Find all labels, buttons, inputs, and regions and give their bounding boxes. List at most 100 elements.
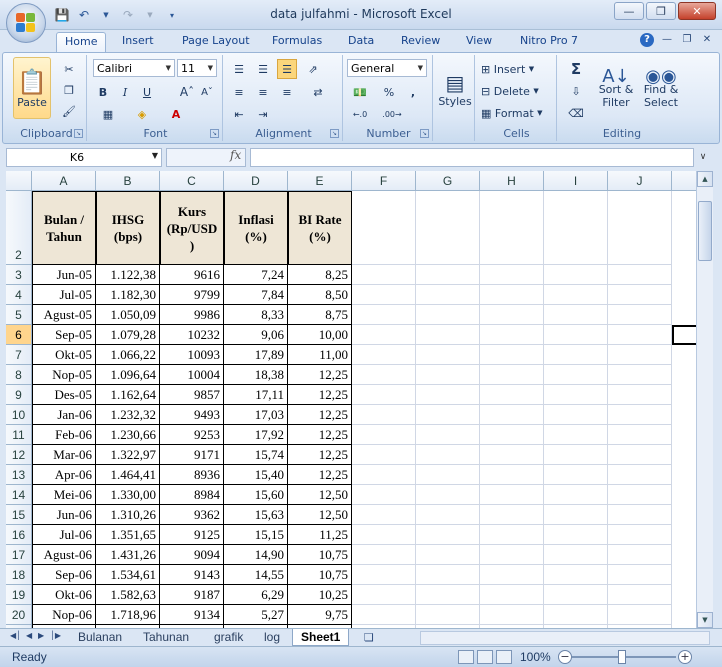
table-cell[interactable]: 12,25 xyxy=(288,405,352,425)
zoom-in-icon[interactable]: + xyxy=(678,650,692,664)
sort-filter-button[interactable]: A↓ Sort & Filter xyxy=(595,59,637,119)
cell[interactable] xyxy=(608,525,672,545)
sheet-tab-log[interactable]: log xyxy=(256,629,288,646)
cell[interactable] xyxy=(608,265,672,285)
cell[interactable] xyxy=(544,191,608,265)
sheet-tab-bulanan[interactable]: Bulanan xyxy=(70,629,130,646)
row-header-17[interactable]: 17 xyxy=(6,545,32,565)
select-all-corner[interactable] xyxy=(6,171,32,191)
table-cell[interactable]: 12,25 xyxy=(288,425,352,445)
table-cell[interactable]: Nop-05 xyxy=(32,365,96,385)
decrease-indent-icon[interactable]: ⇤ xyxy=(229,104,249,124)
cell[interactable] xyxy=(352,385,416,405)
cell[interactable] xyxy=(480,285,544,305)
table-cell[interactable]: 9134 xyxy=(160,605,224,625)
sheet-tab-sheet1[interactable]: Sheet1 xyxy=(292,629,350,646)
italic-button[interactable]: I xyxy=(115,82,135,102)
row-header-18[interactable]: 18 xyxy=(6,565,32,585)
table-cell[interactable]: 10004 xyxy=(160,365,224,385)
increase-decimal-icon[interactable]: ←.0 xyxy=(347,104,373,124)
table-cell[interactable]: 1.122,38 xyxy=(96,265,160,285)
cell[interactable] xyxy=(608,485,672,505)
cell[interactable] xyxy=(480,485,544,505)
table-cell[interactable]: Agust-05 xyxy=(32,305,96,325)
cell[interactable] xyxy=(480,525,544,545)
cell[interactable] xyxy=(352,485,416,505)
align-middle-icon[interactable]: ☰ xyxy=(253,59,273,79)
shrink-font-button[interactable]: Aˇ xyxy=(197,82,217,102)
cell[interactable] xyxy=(416,191,480,265)
cell[interactable] xyxy=(416,605,480,625)
cell[interactable] xyxy=(416,525,480,545)
font-name-select[interactable]: Calibri ▼ xyxy=(93,59,175,77)
cell[interactable] xyxy=(416,585,480,605)
table-cell[interactable]: Des-05 xyxy=(32,385,96,405)
cell[interactable] xyxy=(608,305,672,325)
table-cell[interactable]: 7,84 xyxy=(224,285,288,305)
zoom-out-icon[interactable]: − xyxy=(558,650,572,664)
row-header-16[interactable]: 16 xyxy=(6,525,32,545)
table-cell[interactable]: 12,25 xyxy=(288,385,352,405)
table-cell[interactable]: 1.351,65 xyxy=(96,525,160,545)
row-header-15[interactable]: 15 xyxy=(6,505,32,525)
insert-cells-button[interactable]: ⊞ Insert ▼ xyxy=(481,59,553,79)
table-cell[interactable]: 1.464,41 xyxy=(96,465,160,485)
table-cell[interactable]: Jan-06 xyxy=(32,405,96,425)
row-header-9[interactable]: 9 xyxy=(6,385,32,405)
cell[interactable] xyxy=(352,265,416,285)
table-cell[interactable]: 6,29 xyxy=(224,585,288,605)
page-break-view-icon[interactable] xyxy=(496,650,512,664)
cell[interactable] xyxy=(608,585,672,605)
table-cell[interactable]: Feb-06 xyxy=(32,425,96,445)
cell[interactable] xyxy=(480,325,544,345)
column-header-d[interactable]: D xyxy=(224,171,288,191)
table-cell[interactable]: 1.534,61 xyxy=(96,565,160,585)
cell[interactable] xyxy=(608,465,672,485)
table-cell[interactable]: Jun-06 xyxy=(32,505,96,525)
cell[interactable] xyxy=(480,505,544,525)
cell[interactable] xyxy=(608,445,672,465)
table-cell[interactable]: 1.582,63 xyxy=(96,585,160,605)
table-cell[interactable]: 12,25 xyxy=(288,365,352,385)
column-header-j[interactable]: J xyxy=(608,171,672,191)
table-cell[interactable]: 9493 xyxy=(160,405,224,425)
orientation-icon[interactable]: ⇗ xyxy=(303,59,323,79)
tab-nitro-pro[interactable]: Nitro Pro 7 xyxy=(520,34,578,52)
cell[interactable] xyxy=(416,425,480,445)
table-cell[interactable]: 17,03 xyxy=(224,405,288,425)
table-cell[interactable]: 8,75 xyxy=(288,305,352,325)
cell[interactable] xyxy=(608,425,672,445)
table-header-cell[interactable]: Kurs (Rp/USD ) xyxy=(160,191,224,265)
row-header-12[interactable]: 12 xyxy=(6,445,32,465)
cell[interactable] xyxy=(544,425,608,445)
format-painter-icon[interactable]: 🖌 xyxy=(59,101,79,121)
cell[interactable] xyxy=(544,585,608,605)
table-cell[interactable]: 12,50 xyxy=(288,505,352,525)
table-cell[interactable]: 10,25 xyxy=(288,585,352,605)
help-icon[interactable]: ? xyxy=(640,33,654,47)
cell[interactable] xyxy=(544,385,608,405)
restore-button[interactable]: ❐ xyxy=(646,2,676,20)
table-header-cell[interactable]: BI Rate (%) xyxy=(288,191,352,265)
table-cell[interactable]: 14,55 xyxy=(224,565,288,585)
find-select-button[interactable]: ◉◉ Find & Select xyxy=(639,59,683,119)
table-cell[interactable]: 8984 xyxy=(160,485,224,505)
expand-formula-bar-icon[interactable]: ∨ xyxy=(696,148,710,167)
cell[interactable] xyxy=(544,325,608,345)
tab-data[interactable]: Data xyxy=(348,34,374,52)
cell[interactable] xyxy=(544,405,608,425)
table-cell[interactable]: 8,33 xyxy=(224,305,288,325)
table-header-cell[interactable]: Inflasi (%) xyxy=(224,191,288,265)
row-header-10[interactable]: 10 xyxy=(6,405,32,425)
number-launcher-icon[interactable]: ↘ xyxy=(420,129,429,138)
name-box[interactable]: K6 ▼ xyxy=(6,148,162,167)
cell[interactable] xyxy=(416,365,480,385)
table-cell[interactable]: 9125 xyxy=(160,525,224,545)
comma-style-button[interactable]: , xyxy=(403,82,423,102)
table-cell[interactable]: 9171 xyxy=(160,445,224,465)
cell[interactable] xyxy=(608,565,672,585)
table-cell[interactable]: 17,92 xyxy=(224,425,288,445)
table-cell[interactable]: 9253 xyxy=(160,425,224,445)
table-cell[interactable]: Agust-06 xyxy=(32,545,96,565)
bold-button[interactable]: B xyxy=(93,82,113,102)
